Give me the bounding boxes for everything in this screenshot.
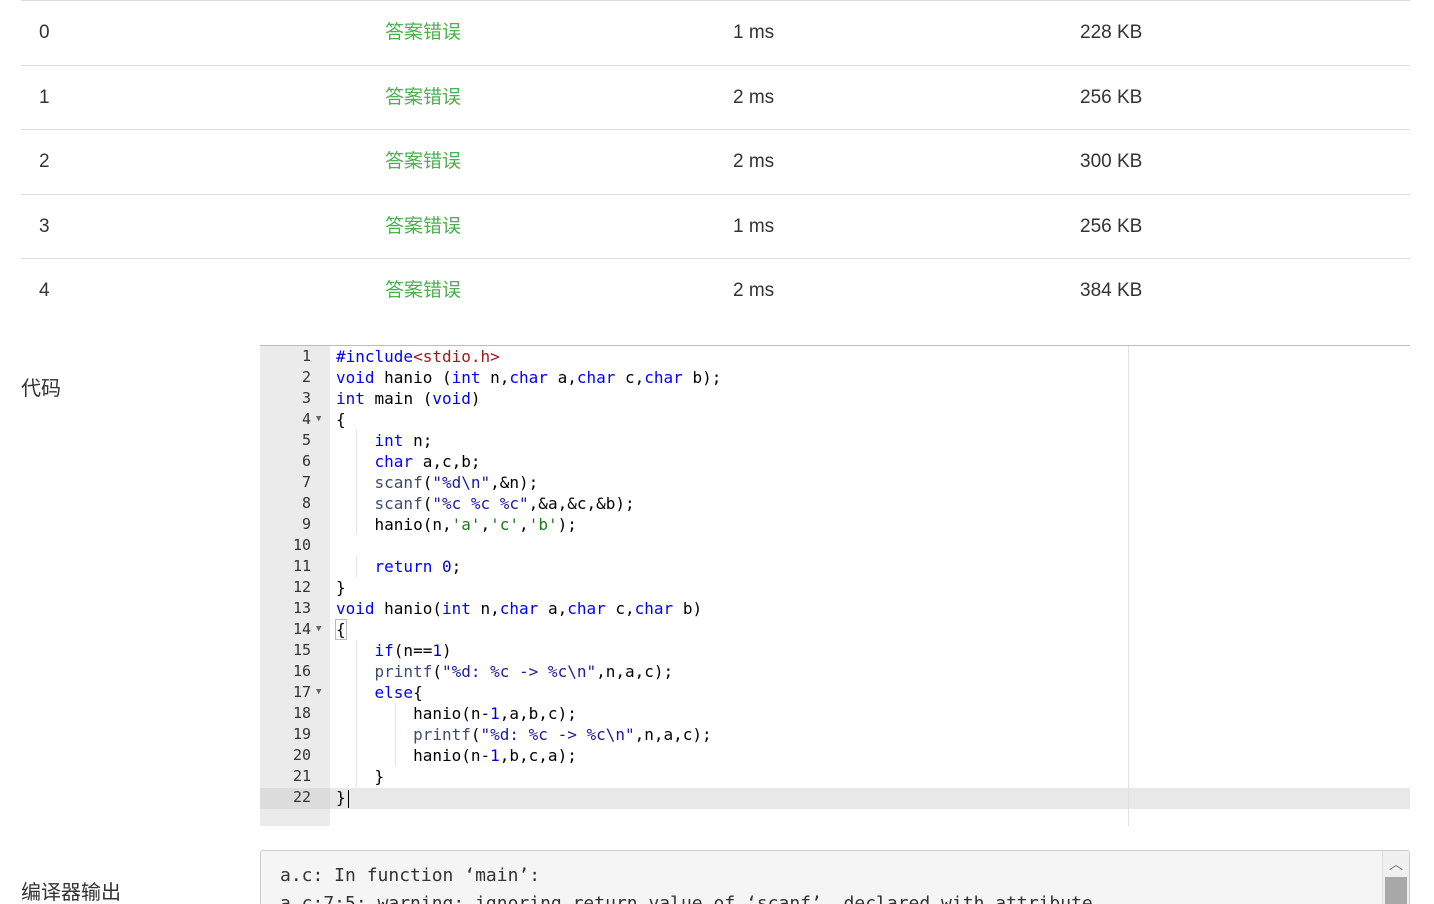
- fold-arrow-icon[interactable]: ▼: [316, 682, 321, 703]
- code-text[interactable]: return 0;: [336, 556, 462, 577]
- time-value: 2 ms: [733, 151, 775, 173]
- results-table: 0 答案错误 1 ms 228 KB 1 答案错误 2 ms 256 KB 2 …: [21, 0, 1410, 323]
- table-row: 1 答案错误 2 ms 256 KB: [21, 64, 1410, 130]
- line-number: 3: [301, 389, 311, 407]
- code-text[interactable]: hanio(n-1,b,c,a);: [336, 745, 577, 766]
- fold-arrow-icon[interactable]: ▼: [316, 619, 321, 640]
- fold-arrow-icon[interactable]: ▼: [316, 409, 321, 430]
- line-number: 12: [292, 578, 311, 596]
- code-text[interactable]: hanio(n,'a','c','b');: [336, 514, 577, 535]
- testcase-id: 1: [39, 86, 50, 108]
- status-label: 答案错误: [385, 22, 462, 43]
- memory-value: 228 KB: [1080, 22, 1143, 43]
- memory-value: 256 KB: [1080, 86, 1143, 108]
- active-line-highlight: [260, 788, 1410, 809]
- code-text[interactable]: }: [336, 577, 346, 598]
- scrollbar-thumb[interactable]: [1385, 877, 1407, 904]
- code-text[interactable]: else{: [336, 682, 423, 703]
- memory-value: 256 KB: [1080, 215, 1143, 237]
- time-value: 1 ms: [733, 22, 775, 43]
- code-text[interactable]: scanf("%d\n",&n);: [336, 472, 539, 493]
- code-text[interactable]: {: [335, 619, 347, 640]
- line-number: 18: [292, 704, 311, 722]
- testcase-id: 4: [39, 280, 50, 302]
- compiler-output-line: a.c:7:5: warning: ignoring return value …: [280, 893, 1093, 904]
- testcase-id: 0: [39, 22, 50, 43]
- line-number: 17: [292, 683, 311, 701]
- code-text[interactable]: scanf("%c %c %c",&a,&c,&b);: [336, 493, 635, 514]
- line-number: 2: [301, 368, 311, 386]
- code-text[interactable]: void hanio(int n,char a,char c,char b): [336, 598, 702, 619]
- line-number: 5: [301, 431, 311, 449]
- scroll-up-arrow-icon[interactable]: ︿: [1383, 853, 1409, 875]
- code-text[interactable]: }: [336, 787, 349, 808]
- testcase-id: 3: [39, 215, 50, 237]
- time-value: 1 ms: [733, 215, 775, 237]
- line-number: 21: [292, 767, 311, 785]
- code-text[interactable]: hanio(n-1,a,b,c);: [336, 703, 577, 724]
- line-number: 22: [292, 788, 311, 806]
- code-section-label: 代码: [21, 376, 61, 400]
- line-number: 10: [292, 536, 311, 554]
- line-number: 8: [301, 494, 311, 512]
- status-label: 答案错误: [385, 215, 462, 237]
- code-editor[interactable]: 1 #include<stdio.h> 2 void hanio (int n,cha…: [260, 345, 1410, 826]
- memory-value: 300 KB: [1080, 151, 1143, 173]
- code-text[interactable]: {: [336, 409, 346, 430]
- code-text[interactable]: void hanio (int n,char a,char c,char b);: [336, 367, 721, 388]
- time-value: 2 ms: [733, 86, 775, 108]
- scrollbar[interactable]: ︿: [1382, 851, 1409, 904]
- line-number: 7: [301, 473, 311, 491]
- print-margin: [1128, 346, 1129, 826]
- code-text[interactable]: char a,c,b;: [336, 451, 481, 472]
- code-text[interactable]: printf("%d: %c -> %c\n",n,a,c);: [336, 661, 674, 682]
- line-number: 4: [301, 410, 311, 428]
- line-number: 15: [292, 641, 311, 659]
- memory-value: 384 KB: [1080, 280, 1143, 302]
- table-row: 2 答案错误 2 ms 300 KB: [21, 129, 1410, 194]
- line-number: 6: [301, 452, 311, 470]
- code-text[interactable]: }: [336, 766, 385, 787]
- status-label: 答案错误: [385, 86, 462, 108]
- status-label: 答案错误: [385, 280, 462, 302]
- code-text[interactable]: printf("%d: %c -> %c\n",n,a,c);: [336, 724, 712, 745]
- line-number: 20: [292, 746, 311, 764]
- table-row: 4 答案错误 2 ms 384 KB: [21, 258, 1410, 323]
- code-text[interactable]: int n;: [336, 430, 433, 451]
- line-number: 1: [301, 347, 311, 365]
- table-row: 0 答案错误 1 ms 228 KB: [21, 0, 1410, 65]
- compiler-output-line: a.c: In function ‘main’:: [280, 865, 541, 886]
- time-value: 2 ms: [733, 280, 775, 302]
- testcase-id: 2: [39, 151, 50, 173]
- compiler-section-label: 编译器输出: [21, 880, 121, 904]
- line-number: 9: [301, 515, 311, 533]
- code-text[interactable]: int main (void): [336, 388, 481, 409]
- line-number: 16: [292, 662, 311, 680]
- table-row: 3 答案错误 1 ms 256 KB: [21, 193, 1410, 259]
- status-label: 答案错误: [385, 151, 462, 173]
- compiler-output-box[interactable]: a.c: In function ‘main’: a.c:7:5: warnin…: [260, 850, 1410, 904]
- line-number: 19: [292, 725, 311, 743]
- line-number: 13: [292, 599, 311, 617]
- line-number: 14: [292, 620, 311, 638]
- code-text[interactable]: if(n==1): [336, 640, 452, 661]
- code-text[interactable]: #include<stdio.h>: [336, 346, 500, 367]
- line-number: 11: [292, 557, 311, 575]
